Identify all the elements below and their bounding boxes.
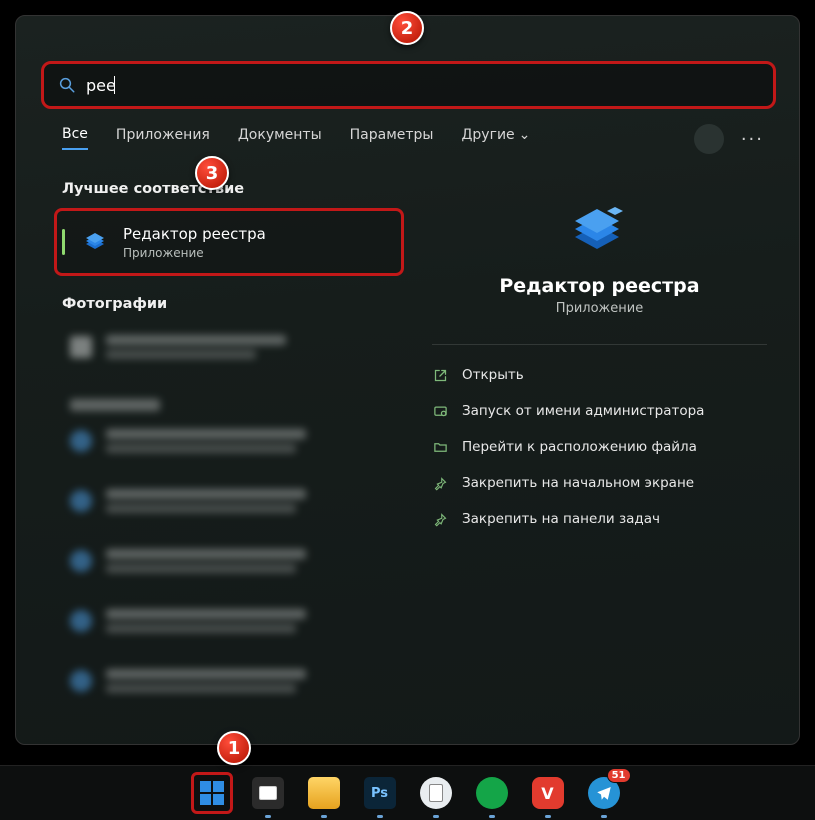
list-item[interactable] — [62, 478, 382, 524]
pin-icon — [432, 511, 448, 527]
tab-docs[interactable]: Документы — [238, 127, 322, 149]
folder-icon — [308, 777, 340, 809]
tab-all[interactable]: Все — [62, 126, 88, 150]
list-item[interactable] — [62, 598, 382, 644]
start-search-window: рее Все Приложения Документы Параметры Д… — [15, 15, 800, 745]
filter-tabs: Все Приложения Документы Параметры Други… — [62, 126, 530, 150]
taskview-icon — [252, 777, 284, 809]
photo-result[interactable] — [62, 324, 382, 370]
best-match-subtitle: Приложение — [123, 246, 266, 260]
list-item[interactable] — [62, 418, 382, 464]
pin-icon — [432, 475, 448, 491]
action-label: Закрепить на панели задач — [462, 511, 660, 527]
best-match-title: Редактор реестра — [123, 225, 266, 243]
action-label: Запуск от имени администратора — [462, 403, 704, 419]
taskbar: Ps V 51 — [0, 765, 815, 820]
spotify-button[interactable] — [471, 772, 513, 814]
regedit-icon — [83, 229, 109, 255]
action-label: Закрепить на начальном экране — [462, 475, 694, 491]
vivaldi-icon: V — [532, 777, 564, 809]
folder-icon — [432, 439, 448, 455]
task-view-button[interactable] — [247, 772, 289, 814]
detail-subtitle: Приложение — [422, 301, 777, 316]
search-bar[interactable]: рее — [41, 61, 776, 109]
tab-params[interactable]: Параметры — [350, 127, 434, 149]
vivaldi-button[interactable]: V — [527, 772, 569, 814]
notification-badge: 51 — [607, 768, 631, 783]
regedit-icon-large — [569, 199, 631, 261]
photoshop-icon: Ps — [364, 777, 396, 809]
libreoffice-button[interactable] — [415, 772, 457, 814]
action-run-admin[interactable]: Запуск от имени администратора — [422, 393, 777, 429]
detail-title: Редактор реестра — [422, 275, 777, 297]
photos-header: Фотографии — [62, 296, 167, 312]
tab-apps[interactable]: Приложения — [116, 127, 210, 149]
action-label: Открыть — [462, 367, 524, 383]
annotation-2: 2 — [390, 11, 424, 45]
search-icon — [58, 76, 76, 94]
detail-pane: Редактор реестра Приложение Открыть Запу… — [422, 174, 777, 537]
start-button[interactable] — [191, 772, 233, 814]
action-pin-start[interactable]: Закрепить на начальном экране — [422, 465, 777, 501]
tab-more[interactable]: Другие ⌄ — [461, 127, 530, 149]
annotation-1: 1 — [217, 731, 251, 765]
tab-more-label: Другие — [461, 127, 514, 143]
more-button[interactable]: ··· — [741, 129, 764, 150]
admin-icon — [432, 403, 448, 419]
search-text: рее — [86, 76, 116, 95]
file-explorer-button[interactable] — [303, 772, 345, 814]
telegram-button[interactable]: 51 — [583, 772, 625, 814]
spotify-icon — [476, 777, 508, 809]
windows-icon — [198, 779, 226, 807]
action-pin-taskbar[interactable]: Закрепить на панели задач — [422, 501, 777, 537]
best-match-result[interactable]: Редактор реестра Приложение — [54, 208, 404, 276]
action-open-location[interactable]: Перейти к расположению файла — [422, 429, 777, 465]
text-caret — [114, 76, 115, 94]
chevron-down-icon: ⌄ — [519, 127, 531, 143]
divider — [432, 344, 767, 345]
annotation-3: 3 — [195, 156, 229, 190]
user-avatar[interactable] — [694, 124, 724, 154]
photoshop-button[interactable]: Ps — [359, 772, 401, 814]
list-item[interactable] — [62, 658, 382, 704]
open-icon — [432, 367, 448, 383]
action-open[interactable]: Открыть — [422, 357, 777, 393]
document-icon — [420, 777, 452, 809]
list-item[interactable] — [62, 538, 382, 584]
action-label: Перейти к расположению файла — [462, 439, 697, 455]
